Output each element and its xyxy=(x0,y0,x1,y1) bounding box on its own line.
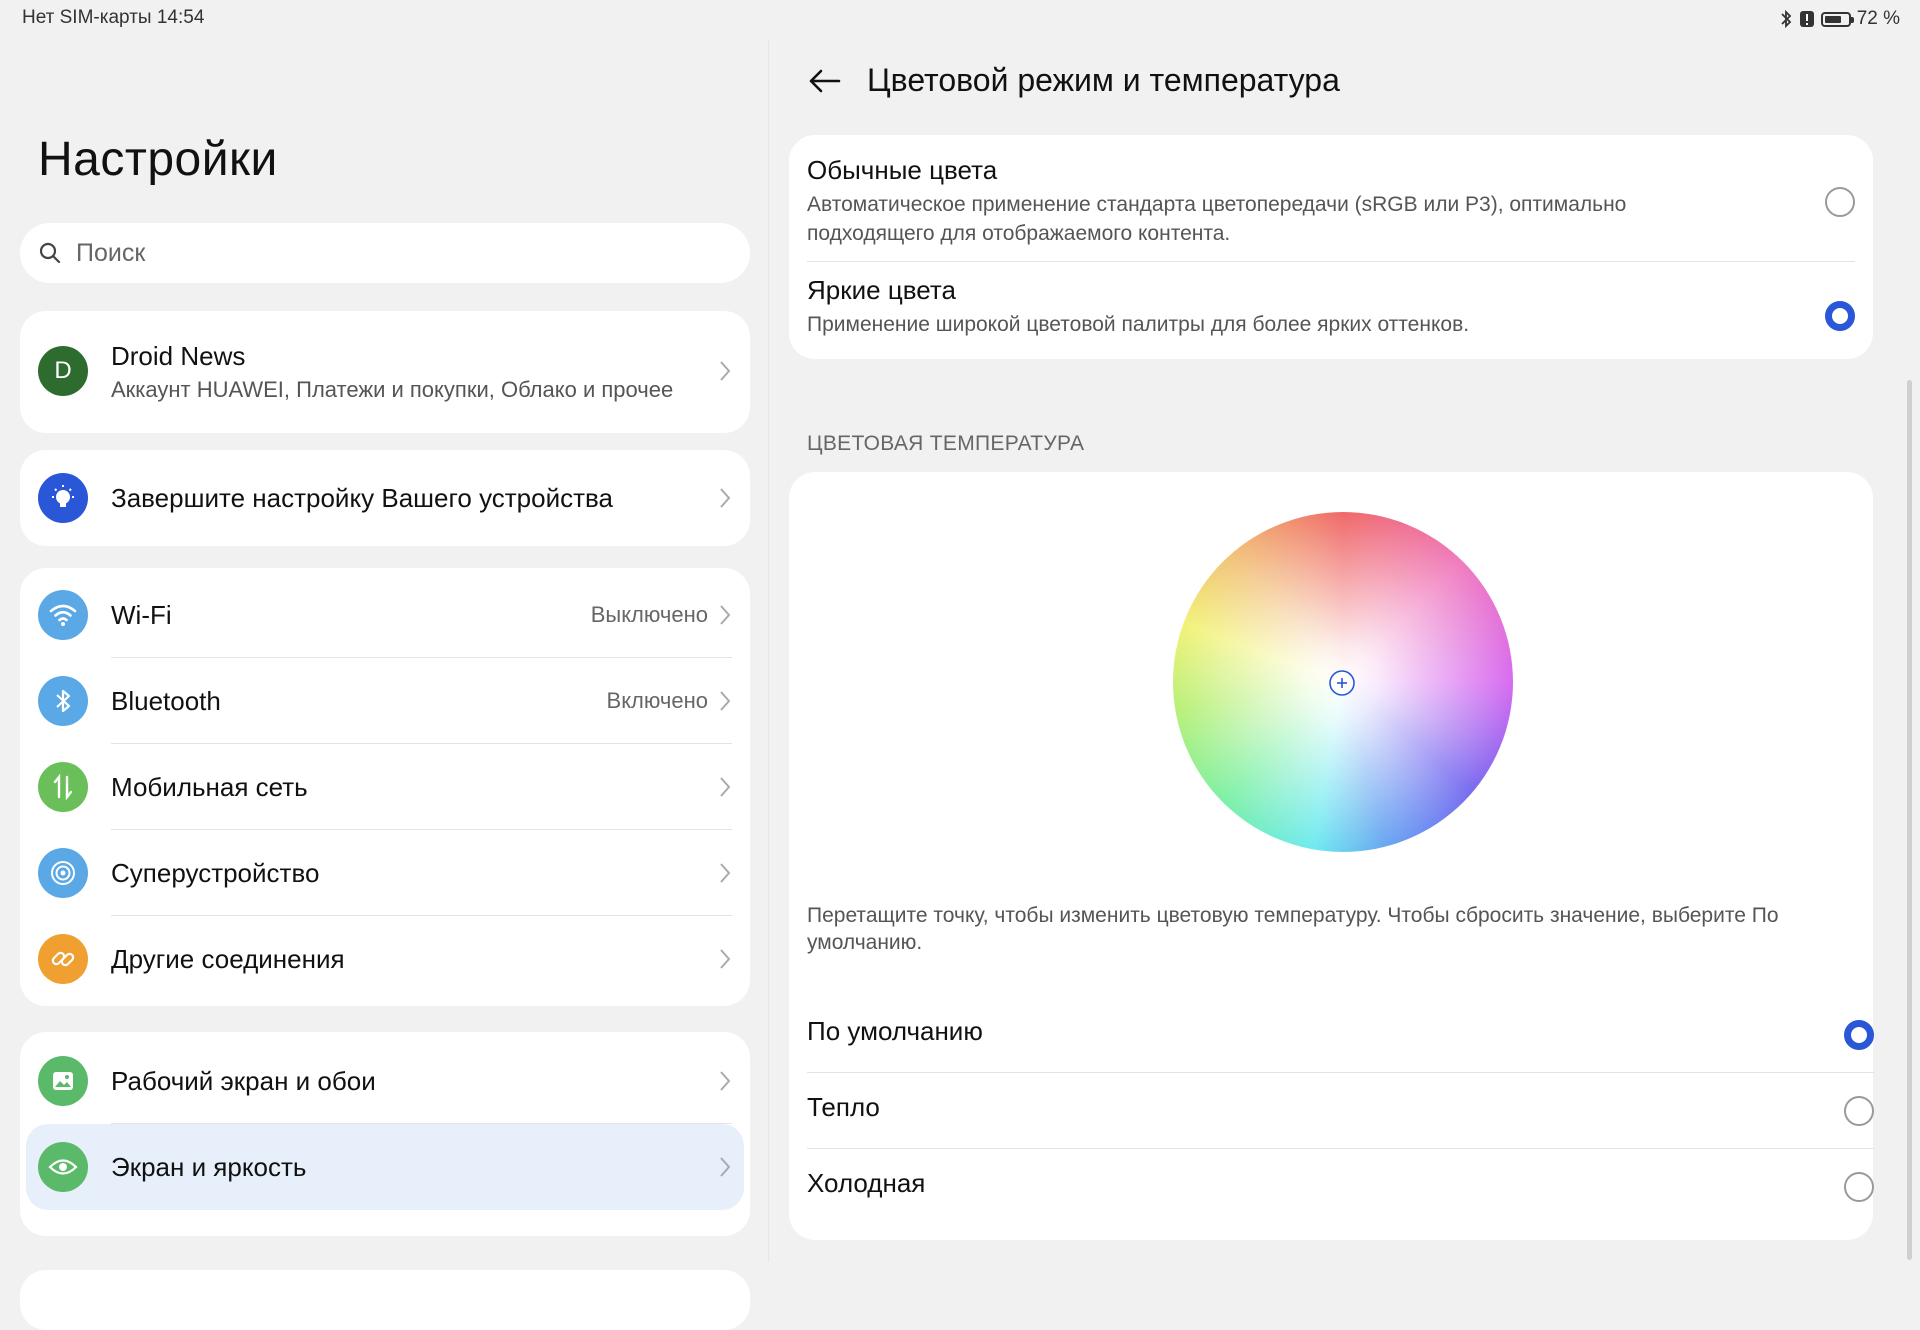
wifi-icon xyxy=(38,590,88,640)
option-label: Холодная xyxy=(807,1168,926,1198)
carrier-label: Нет SIM-карты xyxy=(22,7,152,28)
chevron-right-icon xyxy=(720,691,731,711)
detail-title: Цветовой режим и температура xyxy=(867,62,1340,98)
other-connections-label: Другие соединения xyxy=(111,943,345,974)
sidebar-item-bluetooth[interactable]: Bluetooth Включено xyxy=(20,658,750,744)
bluetooth-label: Bluetooth xyxy=(111,685,221,716)
chevron-right-icon xyxy=(720,949,731,969)
wifi-label: Wi-Fi xyxy=(111,599,172,630)
search-input[interactable] xyxy=(74,231,718,275)
chevron-right-icon xyxy=(720,1071,731,1091)
temp-option-default[interactable]: По умолчанию xyxy=(807,1004,1874,1066)
detail-panel: Цветовой режим и температура Обычные цве… xyxy=(769,40,1920,1262)
page-title: Настройки xyxy=(38,133,278,186)
chevron-right-icon xyxy=(720,605,731,625)
account-name: Droid News xyxy=(111,341,246,371)
status-bar: Нет SIM-карты 14:54 72 % xyxy=(0,0,1920,40)
search-bar[interactable] xyxy=(20,223,750,283)
link-icon xyxy=(38,934,88,984)
option-description: Автоматическое применение стандарта цвет… xyxy=(807,193,1627,245)
status-left: Нет SIM-карты 14:54 xyxy=(22,7,204,29)
temp-option-warm[interactable]: Тепло xyxy=(807,1080,1874,1142)
sidebar-item-wifi[interactable]: Wi-Fi Выключено xyxy=(20,572,750,658)
temp-option-cold[interactable]: Холодная xyxy=(807,1156,1874,1218)
chevron-right-icon xyxy=(720,863,731,883)
option-label: По умолчанию xyxy=(807,1016,983,1046)
settings-list-panel: Настройки D Droid News Аккаунт HUAWEI, П… xyxy=(0,40,768,1330)
eye-icon xyxy=(38,1142,88,1192)
battery-percent: 72 % xyxy=(1856,8,1900,29)
lightbulb-icon xyxy=(38,473,88,523)
back-arrow-icon[interactable] xyxy=(807,68,841,94)
option-title: Яркие цвета xyxy=(807,275,956,305)
option-normal-colors[interactable]: Обычные цвета Автоматическое применение … xyxy=(807,155,1855,259)
section-header-temperature: ЦВЕТОВАЯ ТЕМПЕРАТУРА xyxy=(807,432,1085,455)
bluetooth-status-icon xyxy=(1781,9,1791,29)
option-title: Обычные цвета xyxy=(807,155,998,185)
chevron-right-icon xyxy=(720,777,731,797)
color-mode-card: Обычные цвета Автоматическое применение … xyxy=(789,135,1873,359)
radio-cold[interactable] xyxy=(1844,1172,1874,1202)
sidebar-item-mobile-network[interactable]: Мобильная сеть xyxy=(20,744,750,830)
status-right: 72 % xyxy=(1779,8,1900,30)
radio-normal-colors[interactable] xyxy=(1825,187,1855,217)
clock: 14:54 xyxy=(156,7,205,28)
battery-icon xyxy=(1820,11,1854,27)
mobile-network-label: Мобильная сеть xyxy=(111,771,308,802)
radio-default[interactable] xyxy=(1844,1020,1874,1050)
divider xyxy=(807,1072,1874,1073)
divider xyxy=(807,261,1855,262)
display-card: Рабочий экран и обои Экран и яркость xyxy=(20,1032,750,1236)
bluetooth-icon xyxy=(38,676,88,726)
chevron-right-icon xyxy=(720,488,731,508)
sidebar-item-wallpaper[interactable]: Рабочий экран и обои xyxy=(20,1038,750,1124)
radio-vivid-colors[interactable] xyxy=(1825,301,1855,331)
super-device-icon xyxy=(38,848,88,898)
battery-fill xyxy=(1824,15,1841,23)
wallpaper-label: Рабочий экран и обои xyxy=(111,1065,376,1096)
wallpaper-icon xyxy=(38,1056,88,1106)
wifi-status: Выключено xyxy=(590,602,708,627)
sidebar-item-display-brightness[interactable]: Экран и яркость xyxy=(26,1124,744,1210)
display-brightness-label: Экран и яркость xyxy=(111,1151,307,1182)
option-description: Применение широкой цветовой палитры для … xyxy=(807,313,1470,336)
super-device-label: Суперустройство xyxy=(111,857,320,888)
setup-row[interactable]: Завершите настройку Вашего устройства xyxy=(20,450,750,546)
option-vivid-colors[interactable]: Яркие цвета Применение широкой цветовой … xyxy=(807,275,1855,345)
bluetooth-status: Включено xyxy=(606,688,708,713)
divider xyxy=(807,1148,1874,1149)
scrollbar[interactable] xyxy=(1907,380,1912,1260)
chevron-right-icon xyxy=(720,1157,731,1177)
radio-warm[interactable] xyxy=(1844,1096,1874,1126)
mobile-network-icon xyxy=(38,762,88,812)
temperature-handle-icon[interactable] xyxy=(1328,669,1356,697)
temperature-hint: Перетащите точку, чтобы изменить цветову… xyxy=(807,904,1779,954)
chevron-right-icon xyxy=(720,361,731,381)
setup-card[interactable]: Завершите настройку Вашего устройства xyxy=(20,450,750,546)
next-card xyxy=(20,1270,750,1330)
search-icon xyxy=(39,242,61,264)
connections-card: Wi-Fi Выключено Bluetooth Включено Мобил… xyxy=(20,568,750,1006)
sidebar-item-super-device[interactable]: Суперустройство xyxy=(20,830,750,916)
avatar: D xyxy=(38,346,88,396)
option-label: Тепло xyxy=(807,1092,880,1122)
alert-icon xyxy=(1799,11,1814,27)
sidebar-item-other-connections[interactable]: Другие соединения xyxy=(20,916,750,1002)
account-subtitle: Аккаунт HUAWEI, Платежи и покупки, Облак… xyxy=(111,377,674,402)
setup-label: Завершите настройку Вашего устройства xyxy=(111,482,614,513)
account-card[interactable]: D Droid News Аккаунт HUAWEI, Платежи и п… xyxy=(20,311,750,433)
